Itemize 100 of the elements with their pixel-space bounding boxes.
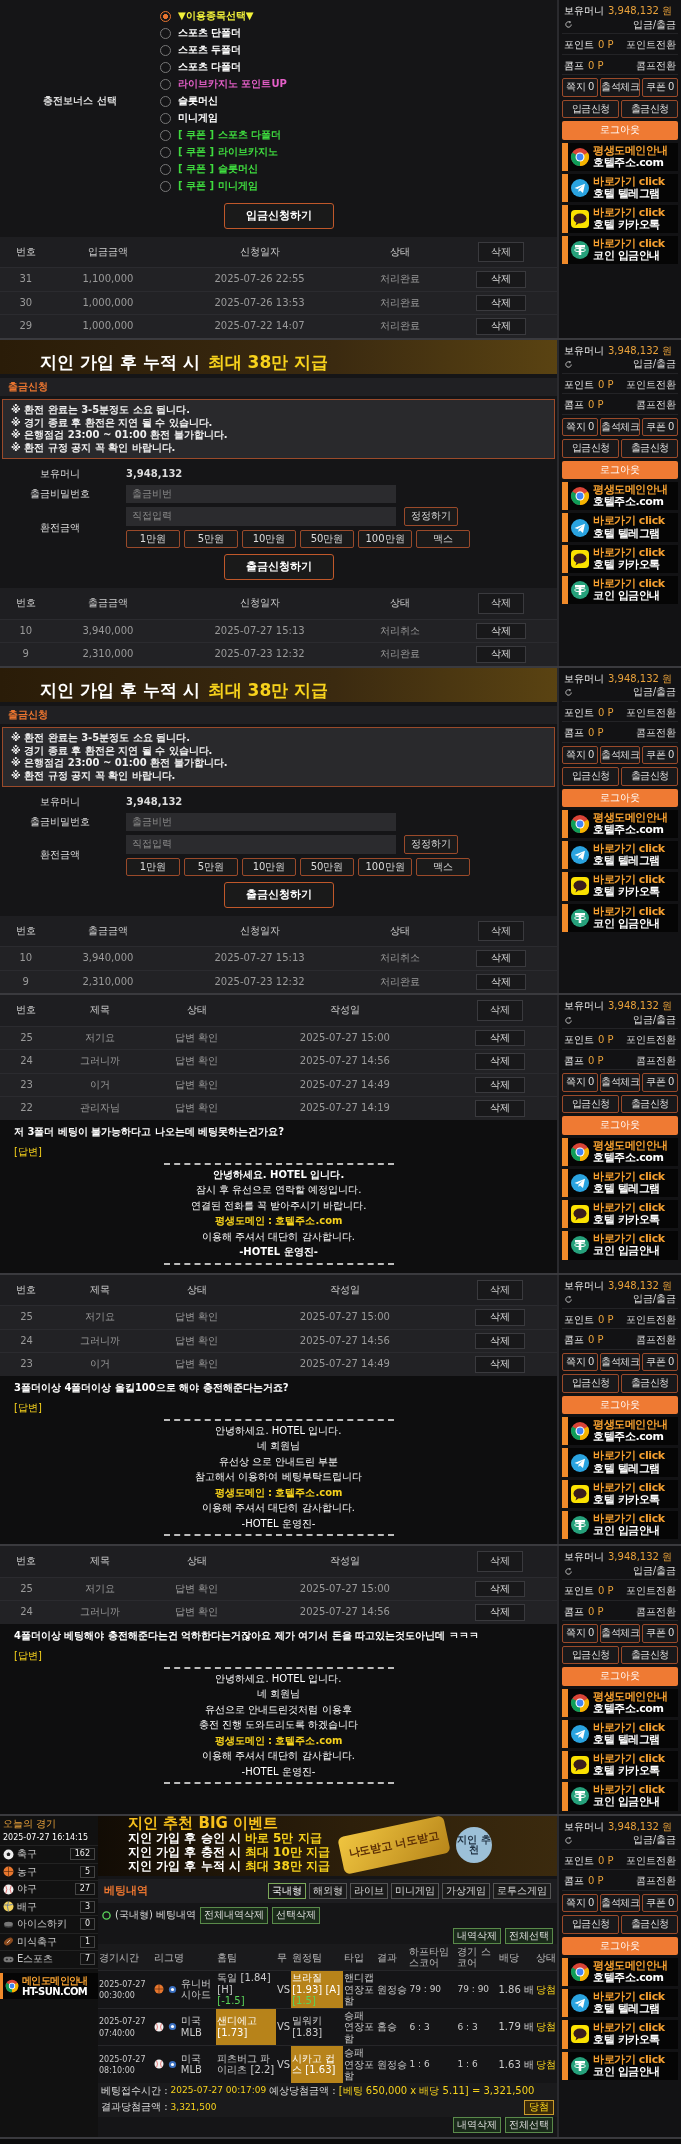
refresh-icon[interactable] xyxy=(564,20,573,30)
refresh-icon[interactable] xyxy=(564,1566,573,1576)
sidebar-button[interactable]: 출석체크 xyxy=(600,1073,640,1092)
banner-ad[interactable]: 평생도메인안내 호텔주소.com xyxy=(562,1137,678,1166)
comp-convert-link[interactable]: 콤프전환 xyxy=(636,1054,676,1068)
sidebar-button[interactable]: 출석체크 xyxy=(600,1624,640,1643)
sidebar-button[interactable]: 입금신청 xyxy=(562,767,619,786)
comp-convert-link[interactable]: 콤프전환 xyxy=(636,399,676,412)
tab[interactable]: 라이브 xyxy=(350,1882,388,1900)
delete-button[interactable]: 삭제 xyxy=(474,1053,525,1070)
sport-item[interactable]: 농구 5 xyxy=(0,1863,98,1881)
banner-ad[interactable]: 평생도메인안내 호텔주소.com xyxy=(562,142,678,171)
amount-button[interactable]: 100만원 xyxy=(358,529,412,549)
tab[interactable]: 로투스게임 xyxy=(493,1882,551,1900)
amount-field[interactable]: 직접입력 xyxy=(126,835,396,854)
sidebar-button[interactable]: 쪽지 0 xyxy=(562,1893,598,1912)
deposit-withdraw-link[interactable]: 입금/출금 xyxy=(632,1834,676,1847)
home-team-cell[interactable]: 피츠버그 파이리츠 [2.2] xyxy=(216,2045,276,2083)
sidebar-button[interactable]: 출석체크 xyxy=(600,417,640,437)
banner-ad[interactable]: 평생도메인안내 호텔주소.com xyxy=(562,1688,678,1717)
amount-button[interactable]: 1만원 xyxy=(126,529,180,549)
sidebar-button[interactable]: 출석체크 xyxy=(600,1893,640,1912)
sidebar-button[interactable]: 출금신청 xyxy=(621,1915,678,1934)
submit-button[interactable]: 입금신청하기 xyxy=(223,203,334,229)
sidebar-button[interactable]: 출석체크 xyxy=(600,1352,640,1372)
comp-convert-link[interactable]: 콤프전환 xyxy=(636,59,676,72)
deposit-withdraw-link[interactable]: 입금/출금 xyxy=(632,358,676,371)
password-field[interactable]: 출금비번 xyxy=(126,812,396,831)
delete-button[interactable]: 삭제 xyxy=(474,1356,525,1373)
banner-ad[interactable]: 바로가기 click 코인 입금안내 xyxy=(562,236,678,265)
banner-ad[interactable]: 평생도메인안내 호텔주소.com xyxy=(562,810,678,839)
refresh-icon[interactable] xyxy=(564,687,573,697)
sidebar-button[interactable]: 입금신청 xyxy=(562,439,619,458)
point-convert-link[interactable]: 포인트전환 xyxy=(626,706,676,719)
deposit-withdraw-link[interactable]: 입금/출금 xyxy=(632,1013,676,1027)
tab[interactable]: 국내형 xyxy=(268,1882,306,1900)
banner-ad[interactable]: 바로가기 click 코인 입금안내 xyxy=(562,575,678,604)
sidebar-button[interactable]: 쿠폰 0 xyxy=(642,417,678,437)
banner-ad[interactable]: 바로가기 click 호텔 텔레그램 xyxy=(562,841,678,870)
radio-button[interactable] xyxy=(160,11,171,22)
sidebar-button[interactable]: 쪽지 0 xyxy=(562,1624,598,1643)
comp-convert-link[interactable]: 콤프전환 xyxy=(636,1875,676,1888)
filter-button[interactable]: 선택삭제 xyxy=(272,1907,320,1924)
delete-button[interactable]: 삭제 xyxy=(474,1100,525,1117)
delete-button[interactable]: 삭제 xyxy=(476,950,527,967)
sidebar-button[interactable]: 출금신청 xyxy=(621,99,678,118)
amount-button[interactable]: 10만원 xyxy=(242,857,296,876)
amount-button[interactable]: 5만원 xyxy=(184,529,238,549)
delete-button[interactable]: 삭제 xyxy=(474,1332,525,1350)
sidebar-button[interactable]: 출금신청 xyxy=(621,439,678,458)
banner-ad[interactable]: 바로가기 click 호텔 텔레그램 xyxy=(562,513,678,542)
sidebar-button[interactable]: 쿠폰 0 xyxy=(642,78,678,97)
sidebar-button[interactable]: 입금신청 xyxy=(562,1374,619,1393)
delete-button[interactable]: 삭제 xyxy=(474,1029,525,1047)
banner-ad[interactable]: 바로가기 click 호텔 카카오톡 xyxy=(562,1751,678,1780)
delete-button[interactable]: 삭제 xyxy=(474,1604,525,1621)
banner-ad[interactable]: 바로가기 click 코인 입금안내 xyxy=(562,2051,678,2080)
comp-convert-link[interactable]: 콤프전환 xyxy=(636,1605,676,1619)
sidebar-button[interactable]: 입금신청 xyxy=(562,1094,619,1114)
comp-convert-link[interactable]: 콤프전환 xyxy=(636,727,676,740)
sport-item[interactable]: 축구 162 xyxy=(0,1846,98,1864)
point-convert-link[interactable]: 포인트전환 xyxy=(626,39,676,52)
tab[interactable]: 미니게임 xyxy=(391,1882,439,1900)
sidebar-button[interactable]: 쿠폰 0 xyxy=(642,745,678,764)
amount-button[interactable]: 50만원 xyxy=(300,857,354,876)
banner-ad[interactable]: 평생도메인안내 호텔주소.com xyxy=(562,482,678,511)
sidebar-button[interactable]: 쿠폰 0 xyxy=(642,1073,678,1092)
comp-convert-link[interactable]: 콤프전환 xyxy=(636,1334,676,1347)
password-field[interactable]: 출금비번 xyxy=(126,484,396,504)
banner-ad[interactable]: 바로가기 click 호텔 텔레그램 xyxy=(562,173,678,202)
banner-ad[interactable]: 바로가기 click 호텔 텔레그램 xyxy=(562,1989,678,2018)
sidebar-button[interactable]: 출석체크 xyxy=(600,78,640,97)
delete-button[interactable]: 삭제 xyxy=(476,294,527,312)
delete-button[interactable]: 삭제 xyxy=(476,271,527,288)
action-button[interactable]: 전체선택 xyxy=(505,1927,553,1945)
amount-button[interactable]: 맥스 xyxy=(416,857,470,876)
submit-button[interactable]: 출금신청하기 xyxy=(223,554,334,580)
refresh-icon[interactable] xyxy=(564,1835,573,1845)
delete-button[interactable]: 삭제 xyxy=(476,646,527,663)
banner-ad[interactable]: 바로가기 click 호텔 텔레그램 xyxy=(562,1168,678,1198)
banner-ad[interactable]: 평생도메인안내 호텔주소.com xyxy=(562,1417,678,1446)
point-convert-link[interactable]: 포인트전환 xyxy=(626,1854,676,1867)
domain-banner[interactable]: 메인도메인안내 HT-SUN.COM xyxy=(0,1972,98,1999)
tab[interactable]: 해외형 xyxy=(309,1882,347,1900)
sidebar-button[interactable]: 쿠폰 0 xyxy=(642,1352,678,1372)
deposit-withdraw-link[interactable]: 입금/출금 xyxy=(632,18,676,31)
delete-button[interactable]: 삭제 xyxy=(476,973,527,991)
banner-ad[interactable]: 바로가기 click 호텔 카카오톡 xyxy=(562,1479,678,1508)
delete-button[interactable]: 삭제 xyxy=(476,622,527,639)
sidebar-button[interactable]: 출금신청 xyxy=(621,1094,678,1114)
point-convert-link[interactable]: 포인트전환 xyxy=(626,1034,676,1047)
sidebar-button[interactable]: 출금신청 xyxy=(621,1374,678,1393)
submit-button[interactable]: 출금신청하기 xyxy=(223,882,334,908)
delete-button[interactable]: 삭제 xyxy=(474,1580,525,1598)
point-convert-link[interactable]: 포인트전환 xyxy=(626,1313,676,1327)
amount-button[interactable]: 1만원 xyxy=(126,857,180,876)
sidebar-button[interactable]: 쪽지 0 xyxy=(562,78,598,97)
amount-button[interactable]: 10만원 xyxy=(242,529,296,549)
banner-ad[interactable]: 바로가기 click 호텔 카카오톡 xyxy=(562,2020,678,2049)
banner-ad[interactable]: 바로가기 click 호텔 텔레그램 xyxy=(562,1448,678,1477)
